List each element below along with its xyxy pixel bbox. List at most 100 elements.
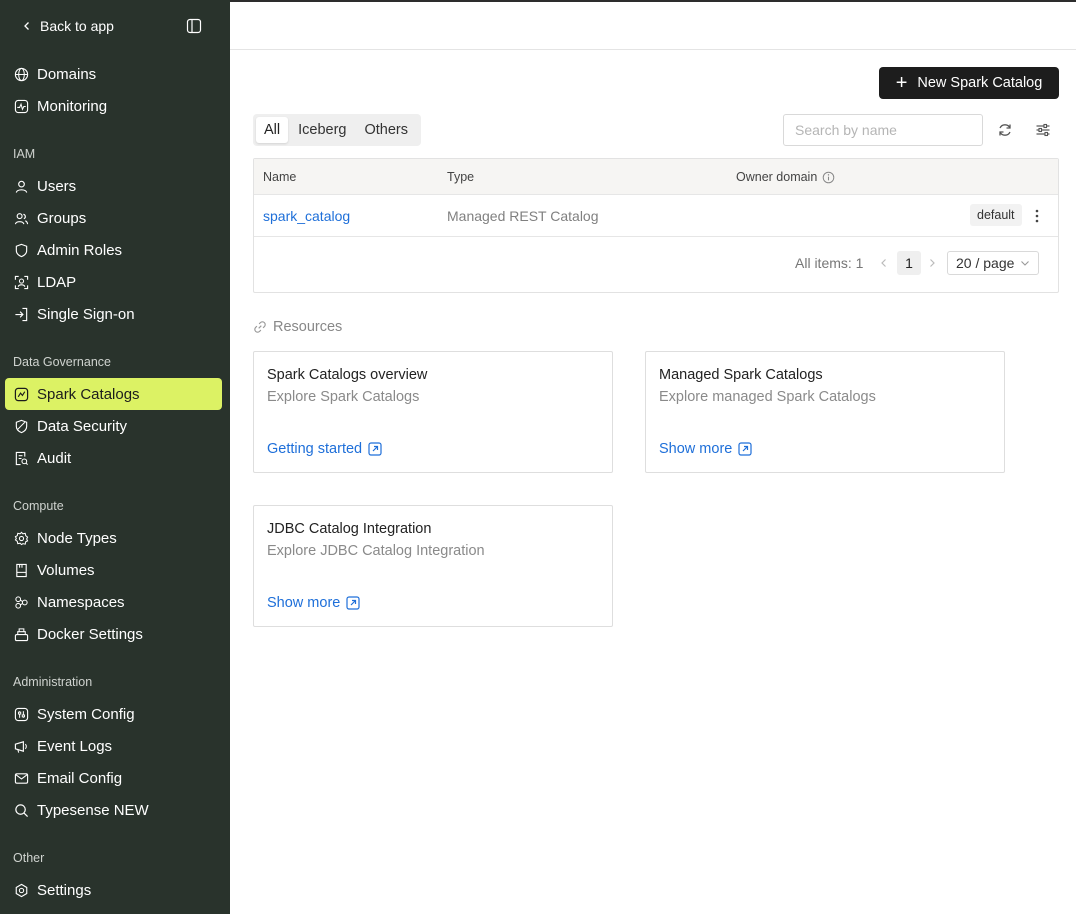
resources-heading: Resources — [253, 319, 342, 335]
sidebar-item-label: Groups — [37, 209, 87, 227]
gear-icon — [13, 882, 29, 898]
sidebar-item-event-logs[interactable]: Event Logs — [5, 730, 222, 762]
sidebar-item-label: Single Sign-on — [37, 305, 135, 323]
external-link-icon — [346, 596, 360, 610]
section-title-iam: IAM — [13, 147, 36, 161]
mail-icon — [13, 770, 29, 786]
event-icon — [13, 738, 29, 754]
namespace-icon — [13, 594, 29, 610]
tab-iceberg[interactable]: Iceberg — [290, 117, 354, 143]
tab-all[interactable]: All — [256, 117, 289, 143]
prev-page-button[interactable] — [879, 251, 889, 275]
section-title-data-governance: Data Governance — [13, 355, 111, 369]
resources-title: Resources — [273, 319, 343, 335]
external-link-icon — [738, 442, 752, 456]
card-link-label: Getting started — [267, 441, 363, 457]
sidebar-item-volumes[interactable]: Volumes — [5, 554, 222, 586]
chevron-right-icon — [930, 259, 935, 267]
sidebar-item-label: Namespaces — [37, 593, 125, 611]
sidebar-item-label: Spark Catalogs — [37, 385, 140, 403]
sidebar-item-label: Typesense NEW — [37, 801, 149, 819]
chevron-left-icon — [24, 22, 29, 30]
column-header-name[interactable]: Name — [263, 159, 296, 195]
chevron-left-icon — [881, 259, 886, 267]
column-header-owner-domain[interactable]: Owner domain — [736, 159, 835, 195]
sidebar-item-docker-settings[interactable]: Docker Settings — [5, 618, 222, 650]
column-header-type[interactable]: Type — [447, 159, 474, 195]
catalog-icon — [13, 386, 29, 402]
getting-started-link[interactable]: Getting started — [267, 441, 382, 457]
resource-card-managed-spark: Managed Spark Catalogs Explore managed S… — [645, 351, 1005, 473]
back-to-app-link[interactable]: Back to app — [22, 15, 114, 37]
sidebar-item-ldap[interactable]: LDAP — [5, 266, 222, 298]
user-icon — [13, 178, 29, 194]
sidebar-item-email-config[interactable]: Email Config — [5, 762, 222, 794]
sidebar-item-label: Data Security — [37, 417, 128, 435]
sidebar-item-label: Email Config — [37, 769, 123, 787]
catalog-table: Name Type Owner domain spark_catalog Man… — [253, 158, 1059, 293]
card-link-label: Show more — [267, 595, 341, 611]
table-row: spark_catalog Managed REST Catalog defau… — [254, 195, 1058, 237]
catalog-name-link[interactable]: spark_catalog — [263, 195, 350, 237]
owner-domain-label: Owner domain — [736, 170, 818, 184]
next-page-button[interactable] — [927, 251, 937, 275]
sidebar-item-single-sign-on[interactable]: Single Sign-on — [5, 298, 222, 330]
login-icon — [13, 306, 29, 322]
sidebar-item-label: Docker Settings — [37, 625, 143, 643]
new-button-label: New Spark Catalog — [917, 75, 1043, 91]
card-subtitle: Explore managed Spark Catalogs — [659, 389, 876, 405]
more-actions-icon[interactable] — [1032, 207, 1042, 225]
page-number-current[interactable]: 1 — [897, 251, 921, 275]
sidebar-item-monitoring[interactable]: Monitoring — [5, 90, 222, 122]
card-subtitle: Explore Spark Catalogs — [267, 389, 420, 405]
card-subtitle: Explore JDBC Catalog Integration — [267, 543, 485, 559]
config-icon — [13, 706, 29, 722]
column-settings-button[interactable] — [1032, 119, 1054, 141]
show-more-link[interactable]: Show more — [659, 441, 752, 457]
sidebar-item-groups[interactable]: Groups — [5, 202, 222, 234]
sidebar-item-node-types[interactable]: Node Types — [5, 522, 222, 554]
sidebar-item-label: Event Logs — [37, 737, 113, 755]
info-icon[interactable] — [822, 171, 835, 184]
plus-icon: + — [895, 72, 908, 94]
table-header: Name Type Owner domain — [254, 159, 1058, 195]
sidebar-item-label: Admin Roles — [37, 241, 123, 259]
sidebar-item-users[interactable]: Users — [5, 170, 222, 202]
filter-tabs: All Iceberg Others — [253, 114, 422, 146]
show-more-link[interactable]: Show more — [267, 595, 360, 611]
new-spark-catalog-button[interactable]: + New Spark Catalog — [879, 67, 1059, 99]
cpu-icon — [13, 530, 29, 546]
total-items: All items: 1 — [795, 255, 864, 271]
sidebar-item-system-config[interactable]: System Config — [5, 698, 222, 730]
sidebar-item-settings[interactable]: Settings — [5, 874, 222, 906]
sidebar-toggle-icon[interactable] — [186, 18, 202, 34]
globe-icon — [13, 66, 29, 82]
sidebar-item-label: LDAP — [37, 273, 77, 291]
resource-card-spark-overview: Spark Catalogs overview Explore Spark Ca… — [253, 351, 613, 473]
resource-card-jdbc: JDBC Catalog Integration Explore JDBC Ca… — [253, 505, 613, 627]
sidebar-item-label: System Config — [37, 705, 135, 723]
sliders-icon — [1036, 123, 1050, 137]
sidebar-item-label: Users — [37, 177, 77, 195]
section-title-other: Other — [13, 851, 45, 865]
sidebar-item-audit[interactable]: Audit — [5, 442, 222, 474]
sidebar-item-domains[interactable]: Domains — [5, 58, 222, 90]
refresh-button[interactable] — [994, 119, 1016, 141]
search-input[interactable] — [783, 114, 983, 146]
sidebar-item-label: Domains — [37, 65, 97, 83]
sidebar-item-admin-roles[interactable]: Admin Roles — [5, 234, 222, 266]
main-content: + New Spark Catalog All Iceberg Others N… — [230, 2, 1076, 914]
page-size-select[interactable]: 20 / page — [947, 251, 1040, 275]
search-icon — [13, 802, 29, 818]
sidebar-item-spark-catalogs[interactable]: Spark Catalogs — [5, 378, 222, 410]
sidebar-item-data-security[interactable]: Data Security — [5, 410, 222, 442]
sidebar-item-label: Monitoring — [37, 97, 108, 115]
sidebar-item-typesense[interactable]: Typesense NEW — [5, 794, 222, 826]
owner-domain-badge: default — [970, 204, 1022, 226]
sidebar-item-label: Volumes — [37, 561, 95, 579]
section-title-compute: Compute — [13, 499, 64, 513]
card-title: Managed Spark Catalogs — [659, 367, 823, 383]
tab-others[interactable]: Others — [357, 117, 417, 143]
sidebar-item-namespaces[interactable]: Namespaces — [5, 586, 222, 618]
chevron-down-icon — [1021, 261, 1030, 266]
